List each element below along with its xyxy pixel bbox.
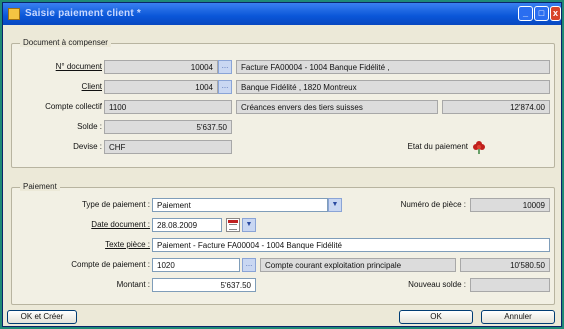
payment-status-flower-icon — [473, 141, 485, 154]
nouveau-solde-field — [470, 278, 550, 292]
date-document-field[interactable]: 28.08.2009 — [152, 218, 222, 232]
calendar-icon[interactable] — [226, 218, 240, 232]
minimize-button[interactable]: _ — [518, 6, 533, 21]
document-group-legend: Document à compenser — [20, 38, 111, 47]
date-document-label: Date document : — [91, 220, 150, 229]
devise-field: CHF — [104, 140, 232, 154]
client-field[interactable]: 1004 — [104, 80, 218, 94]
compte-paiement-lookup-button[interactable]: … — [242, 258, 256, 272]
maximize-button[interactable]: □ — [534, 6, 549, 21]
client-description: Banque Fidélité , 1820 Montreux — [236, 80, 550, 94]
title-bar[interactable]: Saisie paiement client * _ □ x — [3, 3, 561, 25]
payment-group-legend: Paiement — [20, 182, 60, 191]
texte-piece-field[interactable]: Paiement - Facture FA00004 - 1004 Banque… — [152, 238, 550, 252]
n-document-description: Facture FA00004 - 1004 Banque Fidélité , — [236, 60, 550, 74]
ok-et-creer-button[interactable]: OK et Créer — [7, 310, 77, 324]
app-icon — [8, 8, 20, 20]
date-dropdown-button[interactable]: ▼ — [242, 218, 256, 232]
type-paiement-dropdown-button[interactable]: ▼ — [328, 198, 342, 212]
nouveau-solde-label: Nouveau solde : — [408, 280, 466, 289]
etat-paiement-label: Etat du paiement — [407, 142, 468, 151]
client-label: Client — [81, 82, 102, 91]
payment-group: Paiement Type de paiement : Paiement ▼ N… — [11, 182, 555, 305]
compte-paiement-amount: 10'580.50 — [460, 258, 550, 272]
compte-paiement-description: Compte courant exploitation principale — [260, 258, 456, 272]
compte-collectif-label: Compte collectif — [45, 102, 102, 111]
close-button[interactable]: x — [550, 6, 561, 21]
numero-piece-field: 10009 — [470, 198, 550, 212]
compte-collectif-description: Créances envers des tiers suisses — [236, 100, 438, 114]
annuler-button[interactable]: Annuler — [481, 310, 555, 324]
devise-label: Devise : — [73, 142, 102, 151]
solde-label: Solde : — [77, 122, 102, 131]
type-paiement-select[interactable]: Paiement — [152, 198, 328, 212]
window-title: Saisie paiement client * — [25, 8, 141, 19]
compte-collectif-field: 1100 — [104, 100, 232, 114]
type-paiement-label: Type de paiement : — [81, 200, 150, 209]
calendar-header — [228, 220, 238, 223]
document-group: Document à compenser N° document 10004 …… — [11, 38, 555, 168]
compte-collectif-amount: 12'874.00 — [442, 100, 550, 114]
n-document-lookup-button[interactable]: … — [218, 60, 232, 74]
client-lookup-button[interactable]: … — [218, 80, 232, 94]
compte-paiement-field[interactable]: 1020 — [152, 258, 240, 272]
n-document-label: N° document — [55, 62, 102, 71]
ok-button[interactable]: OK — [399, 310, 473, 324]
montant-field[interactable]: 5'637.50 — [152, 278, 256, 292]
numero-piece-label: Numéro de pièce : — [400, 200, 466, 209]
n-document-field[interactable]: 10004 — [104, 60, 218, 74]
compte-paiement-label: Compte de paiement : — [71, 260, 150, 269]
texte-piece-label: Texte pièce : — [105, 240, 150, 249]
payment-dialog-window: Saisie paiement client * _ □ x Document … — [2, 2, 562, 327]
calendar-grid — [229, 224, 237, 230]
solde-field: 5'637.50 — [104, 120, 232, 134]
montant-label: Montant : — [116, 280, 150, 289]
